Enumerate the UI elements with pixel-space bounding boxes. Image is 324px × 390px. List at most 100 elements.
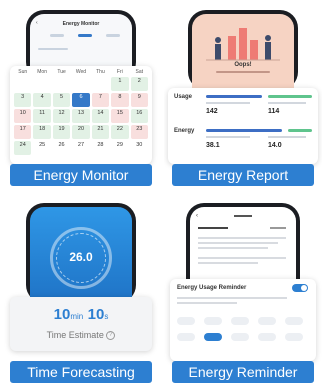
calendar-day[interactable]: 20: [72, 125, 90, 139]
person-left-icon: [215, 37, 221, 43]
calendar-day: [72, 77, 89, 91]
time-forecasting-tile[interactable]: 26.0 10min 10s Time Estimate ? Time Fore…: [2, 199, 160, 386]
calendar-day[interactable]: 16: [130, 109, 148, 123]
toggle-knob: [301, 285, 307, 291]
back-icon[interactable]: ‹: [196, 213, 198, 219]
calendar-day[interactable]: 7: [91, 93, 110, 107]
tab-day[interactable]: [50, 34, 64, 37]
calendar-day-number: 24: [19, 142, 26, 148]
screen-title: Energy Monitor: [62, 21, 100, 27]
row-label: [198, 227, 228, 229]
calendar-day[interactable]: 15: [111, 109, 129, 123]
calendar-day[interactable]: 26: [53, 141, 70, 155]
calendar-day-number: 12: [58, 110, 65, 116]
calendar-day[interactable]: 24: [14, 141, 32, 155]
minutes-unit: min: [70, 312, 84, 321]
calendar-day[interactable]: 19: [52, 125, 71, 139]
weekday-header: Sun: [18, 69, 28, 75]
threshold-chip[interactable]: [204, 317, 222, 325]
calendar-day-number: 15: [116, 110, 123, 116]
calendar-day[interactable]: 21: [91, 125, 110, 139]
calendar-day[interactable]: 2: [130, 77, 148, 91]
usage-right-caption: [268, 102, 306, 104]
illustration-bar-icon: [228, 36, 236, 60]
calendar-day[interactable]: 29: [111, 141, 128, 155]
energy-left-caption: [206, 136, 250, 138]
threshold-chip[interactable]: [231, 317, 249, 325]
energy-monitor-tile[interactable]: ‹ Energy Monitor Sun Mon Tue Wed Thu Fri Sat 1 2…: [2, 2, 160, 189]
calendar-day[interactable]: 25: [33, 141, 50, 155]
tab-week[interactable]: [78, 34, 92, 37]
phone-frame: Oops!: [188, 10, 298, 90]
calendar-day[interactable]: 22: [111, 125, 129, 139]
threshold-chip[interactable]: [177, 317, 195, 325]
calendar-day[interactable]: 9: [130, 93, 148, 107]
energy-report-tile[interactable]: Oops! Usage 142 114 Energy 38.1 14.0 Ene…: [164, 2, 322, 189]
calendar-day[interactable]: 5: [52, 93, 71, 107]
threshold-chip[interactable]: [258, 333, 276, 341]
calendar-day-number: 16: [136, 110, 143, 116]
calendar-day[interactable]: 11: [33, 109, 51, 123]
person-right-icon: [265, 35, 271, 41]
calendar-day[interactable]: 23: [130, 125, 148, 139]
usage-left-caption: [206, 102, 250, 104]
calendar-day[interactable]: 10: [14, 109, 32, 123]
calendar-card: Sun Mon Tue Wed Thu Fri Sat 1 2 3 4 5 6 7 8 9 10 11 12 13 14…: [10, 66, 152, 164]
weekday-header: Sat: [135, 69, 144, 75]
phone-frame: 26.0: [26, 203, 136, 303]
calendar-day[interactable]: 18: [33, 125, 51, 139]
calendar-day[interactable]: 4: [33, 93, 51, 107]
info-icon[interactable]: ?: [106, 331, 116, 341]
threshold-chip[interactable]: [285, 333, 303, 341]
reminder-desc: [177, 302, 237, 304]
calendar-day: [33, 77, 50, 91]
calendar-day[interactable]: 17: [14, 125, 32, 139]
weekday-header: Wed: [75, 69, 87, 75]
calendar-day-number: 17: [19, 126, 26, 132]
reminder-desc: [177, 297, 287, 299]
threshold-chip[interactable]: [204, 333, 222, 341]
desc-line: [198, 247, 268, 249]
threshold-chip[interactable]: [285, 317, 303, 325]
row-value: [270, 227, 286, 229]
reminder-toggle[interactable]: [292, 284, 308, 292]
weekday-header: Mon: [37, 69, 47, 75]
calendar-day-number: 29: [116, 142, 123, 148]
calendar-day[interactable]: 12: [52, 109, 71, 123]
calendar-day[interactable]: 28: [92, 141, 109, 155]
time-estimate-row: Time Estimate ?: [10, 330, 152, 341]
calendar-day-number: 20: [77, 126, 85, 132]
calendar-day-number: 4: [40, 94, 44, 100]
calendar-day-number: 2: [137, 78, 141, 84]
calendar-day-number: 25: [39, 142, 46, 148]
calendar-day-number: 7: [98, 94, 102, 100]
energy-bar-left: [206, 129, 282, 132]
threshold-chip[interactable]: [231, 333, 249, 341]
calendar-day-number: 6: [79, 94, 83, 100]
calendar-day: [14, 77, 31, 91]
calendar-day-number: 19: [58, 126, 65, 132]
tab-year[interactable]: [106, 34, 120, 37]
usage-bar-right: [268, 95, 312, 98]
calendar-day[interactable]: 13: [72, 109, 90, 123]
caption-time-forecasting: Time Forecasting: [10, 361, 152, 383]
calendar-grid: Sun Mon Tue Wed Thu Fri Sat 1 2 3 4 5 6 7 8 9 10 11 12 13 14…: [10, 66, 152, 158]
threshold-chip[interactable]: [177, 333, 195, 341]
seconds-number: 10: [87, 306, 105, 323]
calendar-day: [53, 77, 70, 91]
energy-reminder-tile[interactable]: ‹ Energy Usage Reminder Energy Reminder: [164, 199, 322, 386]
caption-energy-reminder: Energy Reminder: [172, 361, 314, 383]
calendar-day[interactable]: 1: [111, 77, 129, 91]
calendar-day[interactable]: 3: [14, 93, 32, 107]
calendar-day-number: 28: [97, 142, 104, 148]
gauge-value: 26.0: [69, 250, 93, 264]
threshold-chip[interactable]: [258, 317, 276, 325]
calendar-day[interactable]: 27: [72, 141, 89, 155]
calendar-day[interactable]: 8: [111, 93, 129, 107]
calendar-day[interactable]: 6: [72, 93, 90, 107]
calendar-day[interactable]: 30: [131, 141, 148, 155]
desc-line: [198, 262, 258, 264]
usage-right-value: 114: [268, 108, 280, 115]
reminder-card: Energy Usage Reminder: [170, 279, 316, 361]
calendar-day[interactable]: 14: [91, 109, 110, 123]
